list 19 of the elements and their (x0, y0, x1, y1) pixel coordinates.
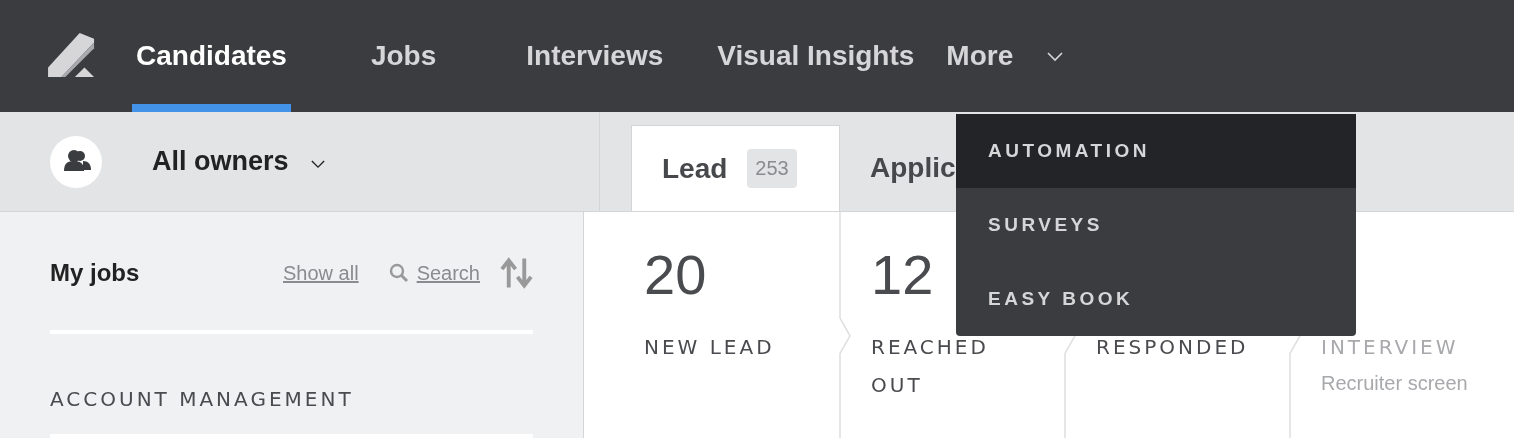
nav-tab[interactable]: Visual Insights (703, 0, 925, 112)
pipeline-tab[interactable]: Lead 253 (631, 125, 840, 211)
stage-name[interactable]: NEW LEAD (644, 328, 814, 366)
stage-count: 20 (644, 242, 707, 308)
section-title: My jobs (50, 259, 140, 287)
tab-label: Lead (662, 152, 728, 185)
nav-tab[interactable]: More (926, 0, 1034, 112)
chevron-down-icon[interactable] (310, 160, 325, 169)
nav-tab[interactable]: Jobs (350, 0, 457, 112)
logo-icon[interactable] (48, 33, 96, 79)
nav-tab[interactable]: Interviews (506, 0, 684, 112)
menu-item[interactable]: SURVEYS (956, 188, 1356, 262)
group-heading[interactable]: ACCOUNT MANAGEMENT (50, 334, 533, 434)
stage-count: 12 (871, 242, 934, 308)
count-badge: 253 (747, 149, 797, 188)
people-icon (50, 135, 102, 188)
menu-item[interactable]: AUTOMATION (956, 114, 1356, 188)
owner-dropdown[interactable]: All owners (152, 146, 289, 177)
stage-subtitle: Recruiter screen (1321, 371, 1469, 396)
